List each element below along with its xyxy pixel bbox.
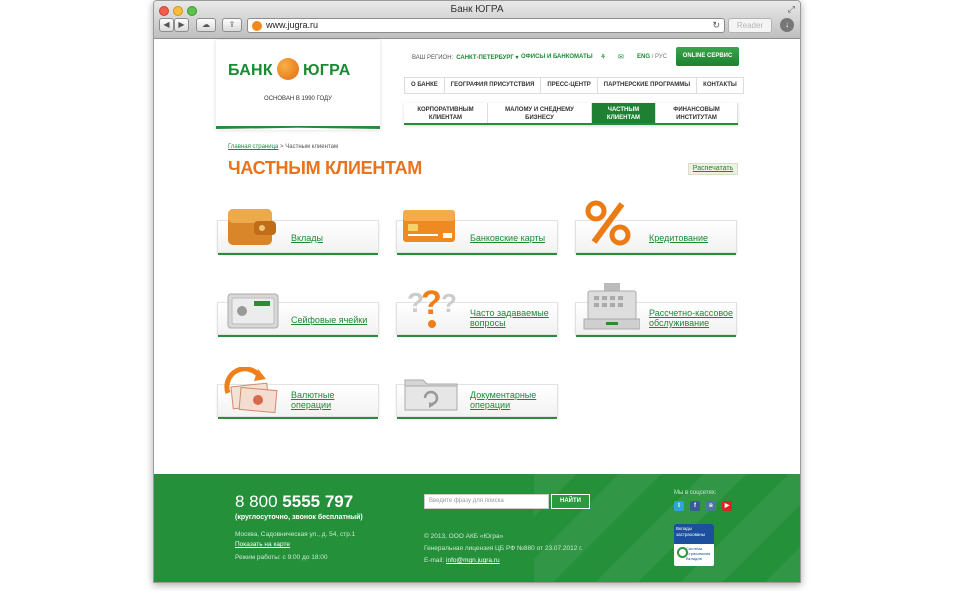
bank-logo[interactable]: БАНК ЮГРА <box>228 58 351 82</box>
print-button[interactable]: Распечатать <box>688 163 738 175</box>
license-text: Генеральная лицензия ЦБ РФ №880 от 23.07… <box>424 545 583 552</box>
menu-item-contacts[interactable]: КОНТАКТЫ <box>697 78 743 93</box>
segment-business[interactable]: МАЛОМУ И СНЕДНЕМУ БИЗНЕСУ <box>488 103 592 123</box>
page-title: ЧАСТНЫМ КЛИЕНТАМ <box>228 158 422 178</box>
safe-icon <box>227 293 279 329</box>
sitemap-icon[interactable]: ⚘ <box>600 53 606 61</box>
card-currency[interactable]: Валютные операции <box>217 367 379 419</box>
copyright-block: © 2013, ООО АКБ «Югра» Генеральная лицен… <box>424 531 583 567</box>
card-label: Банковские карты <box>470 233 546 243</box>
founded-text: ОСНОВАН В 1990 ГОДУ <box>264 96 332 102</box>
card-label-line1: Валютные <box>291 390 335 400</box>
card-credit[interactable]: Кредитование <box>575 200 737 255</box>
offices-link[interactable]: ОФИСЫ И БАНКОМАТЫ <box>521 54 593 60</box>
favicon-icon <box>252 21 262 31</box>
breadcrumb-current: Частным клиентам <box>285 144 339 150</box>
card-label-line2: вопросы <box>470 318 506 328</box>
footer-search-input[interactable]: Введите фразу для поиска <box>424 494 549 509</box>
logo-panel: БАНК ЮГРА ОСНОВАН В 1990 ГОДУ <box>216 40 380 130</box>
hotline-note: (круглосуточно, звонок бесплатный) <box>235 514 363 521</box>
region-selector: ВАШ РЕГИОН: САНКТ-ПЕТЕРБУРГ ▾ <box>412 54 519 61</box>
hotline-phone[interactable]: 8 800 5555 797 <box>235 492 353 512</box>
card-label-line1: Часто задаваемые <box>470 308 549 318</box>
card-bank-cards[interactable]: Банковские карты <box>396 210 558 255</box>
segment-private[interactable]: ЧАСТНЫМ КЛИЕНТАМ <box>592 103 656 123</box>
deposit-insurance-badge[interactable]: Вклады застрахованы Система Страхования … <box>674 524 714 566</box>
folder-icon <box>404 379 458 411</box>
svg-text:?: ? <box>421 284 442 322</box>
card-cash-services[interactable]: Рассчетно-кассовое обслуживание <box>575 283 737 337</box>
menu-item-about[interactable]: О БАНКЕ <box>405 78 445 93</box>
question-icon: ? ? ? <box>407 284 457 328</box>
lang-rus[interactable]: РУС <box>655 54 667 60</box>
breadcrumb-home[interactable]: Главная страница <box>228 144 278 150</box>
lang-eng[interactable]: ENG <box>637 54 650 60</box>
web-page: БАНК ЮГРА ОСНОВАН В 1990 ГОДУ ВАШ РЕГИОН:… <box>154 40 800 582</box>
browser-window: Банк ЮГРА ⤢ ◀ ▶ ☁ ⇪ www.jugra.ru ↻ Reade… <box>153 0 801 583</box>
logo-ball-icon <box>276 58 299 80</box>
address-text: Москва, Садовническая ул., д. 54, стр.1 <box>235 531 356 538</box>
back-button[interactable]: ◀ <box>159 18 174 32</box>
mail-icon[interactable]: ✉ <box>618 53 624 61</box>
url-text: www.jugra.ru <box>266 20 319 30</box>
logo-text-right: ЮГРА <box>302 62 351 80</box>
top-menu: О БАНКЕ ГЕОГРАФИЯ ПРИСУТСТВИЯ ПРЕСС-ЦЕНТ… <box>404 77 744 94</box>
menu-item-partners[interactable]: ПАРТНЕРСКИЕ ПРОГРАММЫ <box>598 78 698 93</box>
facebook-icon[interactable]: f <box>690 501 700 511</box>
twitter-icon[interactable]: t <box>674 501 684 511</box>
language-switch: ENG / РУС <box>637 54 668 60</box>
segment-corporate[interactable]: КОРПОРАТИВНЫМ КЛИЕНТАМ <box>404 103 488 123</box>
cloud-icon[interactable]: ☁ <box>196 18 216 32</box>
breadcrumb: Главная страница > Частным клиентам <box>228 144 339 150</box>
page-footer: 8 800 5555 797 (круглосуточно, звонок бе… <box>154 474 800 582</box>
window-title: Банк ЮГРА <box>450 4 504 15</box>
card-label-line2: операции <box>470 400 511 410</box>
deposit-badge-top: Вклады застрахованы <box>674 524 714 544</box>
menu-item-geography[interactable]: ГЕОГРАФИЯ ПРИСУТСТВИЯ <box>445 78 542 93</box>
card-deposits[interactable]: Вклады <box>217 209 379 255</box>
card-label: Вклады <box>291 233 324 243</box>
work-hours: Режим работы: с 9:00 до 18:00 <box>235 554 328 561</box>
email-link[interactable]: info@mgn.jugra.ru <box>446 557 500 564</box>
online-service-button[interactable]: ONLINE СЕРВИС <box>676 47 739 66</box>
region-label: ВАШ РЕГИОН: <box>412 55 454 61</box>
card-label: Сейфовые ячейки <box>291 315 368 325</box>
region-link[interactable]: САНКТ-ПЕТЕРБУРГ ▾ <box>456 55 518 61</box>
show-map-link[interactable]: Показать на карте <box>235 541 290 548</box>
card-label-line1: Рассчетно-кассовое <box>649 308 734 318</box>
wallet-icon <box>228 209 276 245</box>
copyright-text: © 2013, ООО АКБ «Югра» <box>424 533 504 540</box>
segment-menu: КОРПОРАТИВНЫМ КЛИЕНТАМ МАЛОМУ И СНЕДНЕМУ Б… <box>404 103 738 125</box>
social-label: Мы в соцсетях: <box>674 490 717 496</box>
card-documentary[interactable]: Документарные операции <box>396 379 558 419</box>
bank-card-icon <box>403 210 455 242</box>
email-line: E-mail: info@mgn.jugra.ru <box>424 557 500 564</box>
browser-titlebar: Банк ЮГРА ⤢ ◀ ▶ ☁ ⇪ www.jugra.ru ↻ Reade… <box>154 1 800 39</box>
menu-item-press[interactable]: ПРЕСС-ЦЕНТР <box>541 78 598 93</box>
card-label-line1: Документарные <box>470 390 537 400</box>
segment-financial[interactable]: ФИНАНСОВЫМ ИНСТИТУТАМ <box>656 103 738 123</box>
card-faq[interactable]: ? ? ? Часто задаваемые вопросы <box>396 284 558 337</box>
card-label: Кредитование <box>649 233 709 243</box>
search-button[interactable]: НАЙТИ <box>551 494 590 509</box>
cash-register-icon <box>583 283 640 330</box>
youtube-icon[interactable]: ▶ <box>722 501 732 511</box>
vkontakte-icon[interactable]: в <box>706 501 716 511</box>
fullscreen-icon[interactable]: ⤢ <box>788 4 795 15</box>
forward-button[interactable]: ▶ <box>174 18 189 32</box>
download-icon[interactable]: ↓ <box>780 18 794 32</box>
card-label-line2: обслуживание <box>649 318 710 328</box>
share-icon[interactable]: ⇪ <box>222 18 242 32</box>
percent-icon <box>585 200 631 246</box>
reader-button[interactable]: Reader <box>728 18 772 33</box>
address-bar[interactable]: www.jugra.ru ↻ <box>247 18 725 33</box>
card-safe-boxes[interactable]: Сейфовые ячейки <box>217 293 379 337</box>
currency-icon <box>224 367 278 413</box>
logo-text-left: БАНК <box>228 62 273 80</box>
card-label-line2: операции <box>291 400 332 410</box>
svg-text:?: ? <box>441 288 457 318</box>
reload-icon[interactable]: ↻ <box>712 19 720 32</box>
deposit-badge-bottom: Система Страхования Вкладов <box>674 544 714 563</box>
